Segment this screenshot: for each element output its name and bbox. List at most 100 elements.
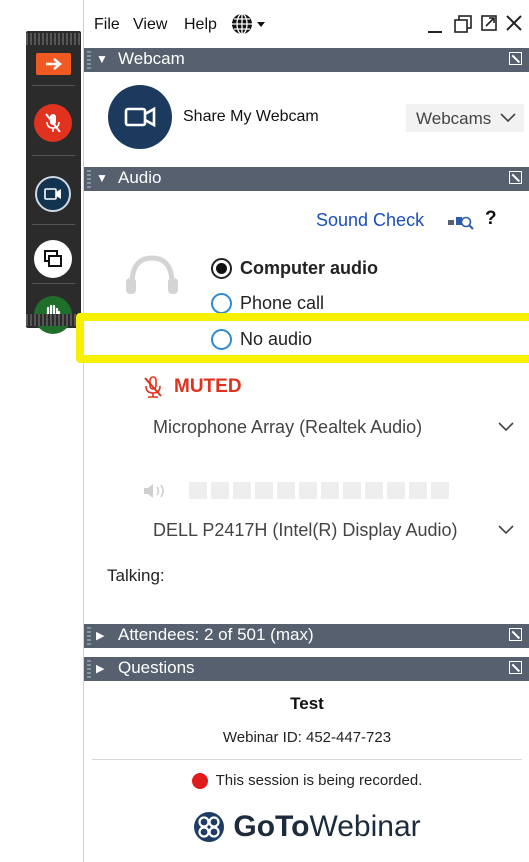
record-dot-icon [191, 772, 208, 789]
minimize-icon [428, 31, 442, 33]
microphone-select[interactable]: Microphone Array (Realtek Audio) [141, 412, 521, 444]
audio-panel-title: Audio [118, 168, 162, 187]
toolbar-divider [32, 85, 75, 86]
level-bar [211, 482, 229, 499]
sound-check-link[interactable]: Sound Check [316, 210, 424, 231]
close-icon [506, 15, 522, 31]
highlight-annotation [76, 313, 529, 363]
panel-grip [87, 660, 91, 678]
menu-help[interactable]: Help [184, 16, 217, 34]
footer-divider [92, 759, 522, 760]
language-menu-button[interactable] [230, 12, 268, 41]
globe-icon [232, 13, 265, 35]
toolbar-divider [32, 283, 75, 284]
collapse-panel-button[interactable] [36, 53, 71, 75]
muted-status[interactable]: MUTED [142, 375, 242, 399]
webcam-panel-title: Webcam [118, 49, 185, 68]
computer-audio-option[interactable]: Computer audio [211, 258, 378, 279]
level-bar [409, 482, 427, 499]
restore-button[interactable] [453, 14, 473, 39]
help-icon[interactable]: ? [485, 208, 497, 230]
chevron-down-icon [500, 113, 516, 123]
toolbar-mute-button[interactable] [34, 104, 72, 142]
panel-popout-icon[interactable] [509, 661, 522, 674]
level-bar [365, 482, 383, 499]
menu-bar: File View Help [84, 0, 529, 48]
gotowebinar-logo-icon [194, 812, 225, 842]
webinar-id: Webinar ID: 452-447-723 [222, 729, 392, 746]
brand-webinar: Webinar [309, 810, 421, 843]
headset-icon [126, 255, 178, 294]
level-bar [255, 482, 273, 499]
panel-grip [87, 51, 91, 69]
chevron-down-icon [498, 525, 514, 535]
questions-panel-title: Questions [118, 658, 195, 677]
chevron-down-icon [498, 422, 514, 432]
menu-view[interactable]: View [133, 16, 167, 34]
panel-popout-icon[interactable] [509, 628, 522, 641]
grab-tab-toolbar [26, 31, 81, 334]
level-bar [343, 482, 361, 499]
muted-label: MUTED [174, 376, 242, 397]
level-bar [299, 482, 317, 499]
level-bar [233, 482, 251, 499]
speaker-level-meter [189, 482, 449, 499]
recording-text: This session is being recorded. [215, 772, 423, 789]
popout-icon [481, 15, 497, 31]
restore-icon [454, 15, 472, 33]
share-webcam-label[interactable]: Share My Webcam [183, 108, 319, 126]
session-title: Test [290, 694, 324, 713]
webcam-select[interactable]: Webcams [406, 104, 524, 132]
level-bar [431, 482, 449, 499]
panel-grip [87, 627, 91, 645]
toolbar-divider [32, 155, 75, 156]
speaker-icon [144, 484, 164, 498]
level-bar [387, 482, 405, 499]
phone-call-radio[interactable] [211, 293, 232, 314]
level-bar [321, 482, 339, 499]
expand-collapse-icon: ▼ [96, 52, 108, 66]
gotowebinar-logo: GoToWebinar [84, 810, 529, 844]
computer-audio-radio[interactable] [211, 258, 232, 279]
recording-notice: This session is being recorded. [84, 772, 529, 789]
toolbar-webcam-button[interactable] [35, 176, 71, 212]
speaker-select[interactable]: DELL P2417H (Intel(R) Display Audio) [141, 515, 521, 547]
menu-file[interactable]: File [94, 16, 120, 34]
panel-popout-icon[interactable] [509, 171, 522, 184]
questions-panel-header[interactable]: ▶ Questions [84, 657, 529, 681]
audio-panel-header[interactable]: ▼ Audio [84, 167, 529, 191]
share-webcam-button[interactable] [108, 85, 172, 149]
computer-audio-label: Computer audio [240, 258, 378, 278]
expand-collapse-icon: ▼ [96, 171, 108, 185]
sound-check-button[interactable] [448, 212, 474, 235]
microphone-select-value: Microphone Array (Realtek Audio) [153, 417, 423, 437]
toolbar-divider [32, 224, 75, 225]
screen-share-icon [44, 250, 62, 267]
expand-collapse-icon: ▶ [96, 663, 105, 675]
close-button[interactable] [505, 14, 523, 37]
toolbar-grip-top[interactable] [26, 33, 81, 45]
brand-goto: GoTo [233, 810, 310, 843]
muted-mic-icon [144, 376, 162, 398]
attendees-panel-title: Attendees: 2 of 501 (max) [118, 625, 314, 644]
panel-grip [87, 170, 91, 188]
talking-label: Talking: [107, 566, 165, 585]
toolbar-grip-bottom[interactable] [26, 314, 81, 326]
level-bar [277, 482, 295, 499]
popout-button[interactable] [480, 14, 498, 37]
phone-call-option[interactable]: Phone call [211, 293, 324, 314]
attendees-panel-header[interactable]: ▶ Attendees: 2 of 501 (max) [84, 624, 529, 648]
expand-collapse-icon: ▶ [96, 630, 105, 642]
level-bar [189, 482, 207, 499]
webcam-icon [124, 106, 156, 128]
minimize-button[interactable] [426, 14, 444, 39]
webcam-select-value: Webcams [416, 109, 492, 128]
webcam-panel-header[interactable]: ▼ Webcam [84, 48, 529, 72]
toolbar-screen-button[interactable] [34, 240, 72, 278]
phone-call-label: Phone call [240, 293, 325, 313]
muted-mic-icon [45, 113, 61, 133]
speaker-select-value: DELL P2417H (Intel(R) Display Audio) [153, 520, 458, 540]
arrow-right-icon [45, 58, 62, 70]
webcam-icon [44, 188, 61, 200]
panel-popout-icon[interactable] [509, 52, 522, 65]
